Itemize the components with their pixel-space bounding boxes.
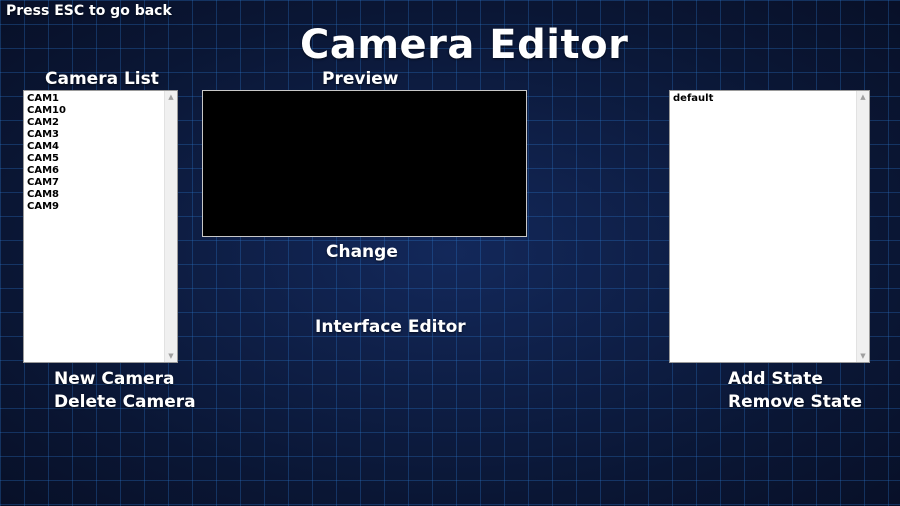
list-item[interactable]: CAM4 [26, 141, 163, 153]
add-state-button[interactable]: Add State [728, 369, 823, 389]
list-item[interactable]: default [672, 93, 855, 105]
page-title: Camera Editor [300, 22, 629, 68]
preview-label: Preview [322, 69, 399, 89]
camera-list-items: CAM1 CAM10 CAM2 CAM3 CAM4 CAM5 CAM6 CAM7… [26, 93, 163, 213]
esc-hint: Press ESC to go back [6, 3, 172, 19]
state-list-scrollbar[interactable]: ▲ ▼ [856, 91, 869, 362]
state-listbox[interactable]: default ▲ ▼ [669, 90, 870, 363]
state-list-items: default [672, 93, 855, 105]
list-item[interactable]: CAM2 [26, 117, 163, 129]
remove-state-button[interactable]: Remove State [728, 392, 862, 412]
list-item[interactable]: CAM3 [26, 129, 163, 141]
scroll-down-arrow-icon[interactable]: ▼ [165, 350, 177, 362]
scroll-up-arrow-icon[interactable]: ▲ [857, 91, 869, 103]
list-item[interactable]: CAM9 [26, 201, 163, 213]
list-item[interactable]: CAM5 [26, 153, 163, 165]
list-item[interactable]: CAM8 [26, 189, 163, 201]
scroll-down-arrow-icon[interactable]: ▼ [857, 350, 869, 362]
new-camera-button[interactable]: New Camera [54, 369, 174, 389]
camera-list-label: Camera List [45, 69, 159, 89]
camera-preview [202, 90, 527, 237]
change-button[interactable]: Change [326, 242, 398, 262]
interface-editor-button[interactable]: Interface Editor [315, 317, 466, 337]
list-item[interactable]: CAM6 [26, 165, 163, 177]
camera-list-scrollbar[interactable]: ▲ ▼ [164, 91, 177, 362]
list-item[interactable]: CAM1 [26, 93, 163, 105]
delete-camera-button[interactable]: Delete Camera [54, 392, 196, 412]
scroll-up-arrow-icon[interactable]: ▲ [165, 91, 177, 103]
list-item[interactable]: CAM7 [26, 177, 163, 189]
list-item[interactable]: CAM10 [26, 105, 163, 117]
camera-listbox[interactable]: CAM1 CAM10 CAM2 CAM3 CAM4 CAM5 CAM6 CAM7… [23, 90, 178, 363]
